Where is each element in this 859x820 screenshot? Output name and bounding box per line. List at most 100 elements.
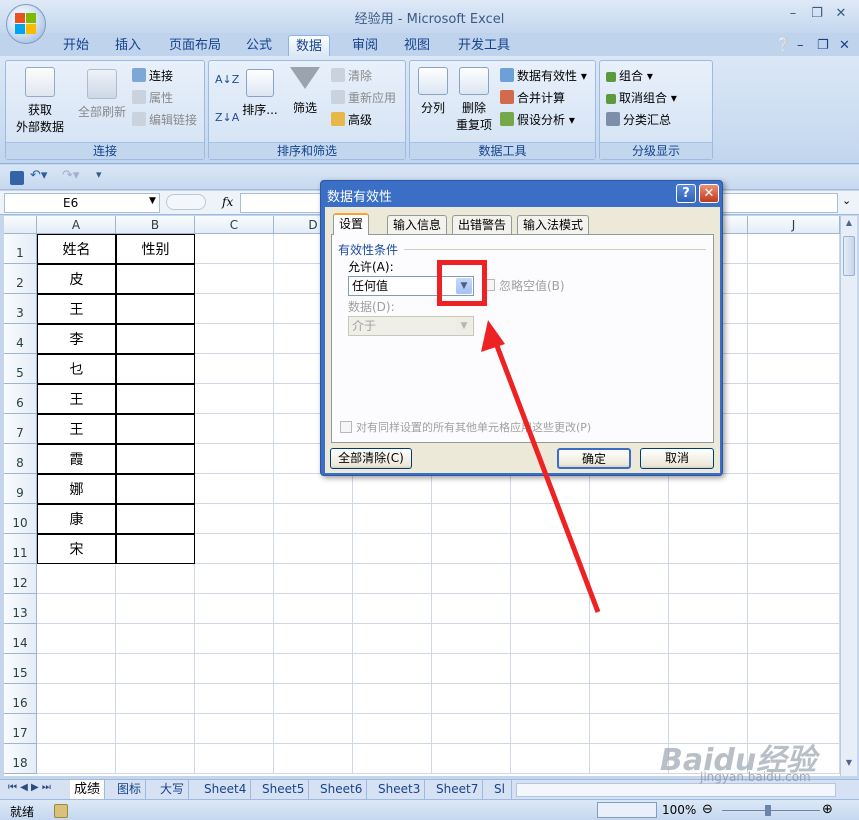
refresh-all-button[interactable]: 全部刷新 [74, 69, 130, 120]
grid-cell[interactable] [274, 654, 353, 684]
row-header[interactable]: 9 [4, 474, 37, 504]
grid-cell[interactable] [116, 414, 195, 444]
zoom-in-icon[interactable]: ⊕ [822, 802, 833, 817]
fx-icon[interactable]: fx [222, 195, 233, 209]
grid-cell[interactable] [274, 534, 353, 564]
grid-cell[interactable] [748, 534, 840, 564]
scroll-thumb[interactable] [843, 236, 855, 276]
tab-insert[interactable]: 插入 [108, 35, 148, 56]
grid-cell[interactable] [511, 594, 590, 624]
grid-cell[interactable]: 王 [37, 414, 116, 444]
what-if-button[interactable]: 假设分析 ▾ [500, 111, 575, 128]
ribbon-minimize-icon[interactable]: – [790, 35, 811, 56]
filter-button[interactable]: 筛选 [287, 67, 323, 116]
grid-cell[interactable] [748, 474, 840, 504]
grid-cell[interactable] [116, 624, 195, 654]
grid-cell[interactable] [432, 594, 511, 624]
group-button[interactable]: 组合 ▾ [606, 67, 653, 84]
undo-icon[interactable]: ↶▾ [30, 168, 47, 183]
grid-cell[interactable] [748, 564, 840, 594]
grid-cell[interactable] [37, 624, 116, 654]
tab-data[interactable]: 数据 [288, 35, 331, 56]
grid-cell[interactable] [748, 444, 840, 474]
tab-formulas[interactable]: 公式 [239, 35, 279, 56]
grid-cell[interactable] [432, 624, 511, 654]
grid-cell[interactable] [669, 594, 748, 624]
grid-cell[interactable]: 霞 [37, 444, 116, 474]
row-header[interactable]: 7 [4, 414, 37, 444]
grid-cell[interactable] [195, 564, 274, 594]
grid-cell[interactable]: 姓名 [37, 234, 116, 264]
advanced-filter-button[interactable]: 高级 [331, 111, 372, 128]
sheet-tab-6[interactable]: Sheet6 [316, 780, 368, 799]
grid-cell[interactable] [511, 684, 590, 714]
tab-home[interactable]: 开始 [56, 35, 96, 56]
ribbon-close-icon[interactable]: ✕ [832, 35, 857, 56]
grid-cell[interactable] [116, 564, 195, 594]
grid-cell[interactable]: 宋 [37, 534, 116, 564]
row-header[interactable]: 15 [4, 654, 37, 684]
expand-formula-bar-icon[interactable]: ⌄ [842, 194, 851, 207]
grid-cell[interactable] [116, 324, 195, 354]
data-select[interactable]: 介于 ▼ [348, 316, 474, 336]
grid-cell[interactable] [116, 354, 195, 384]
grid-cell[interactable] [748, 594, 840, 624]
sheet-tab-4[interactable]: Sheet4 [200, 780, 252, 799]
grid-cell[interactable] [116, 714, 195, 744]
row-header[interactable]: 12 [4, 564, 37, 594]
grid-cell[interactable] [748, 414, 840, 444]
grid-cell[interactable] [353, 684, 432, 714]
grid-cell[interactable]: 康 [37, 504, 116, 534]
grid-cell[interactable] [669, 654, 748, 684]
grid-cell[interactable] [748, 354, 840, 384]
zoom-level[interactable]: 100% [662, 803, 696, 817]
grid-cell[interactable] [195, 444, 274, 474]
grid-cell[interactable] [116, 264, 195, 294]
grid-cell[interactable] [669, 504, 748, 534]
customize-qat-icon[interactable]: ▾ [96, 168, 102, 181]
col-header-a[interactable]: A [37, 216, 116, 234]
dialog-tab-ime-mode[interactable]: 输入法模式 [517, 215, 590, 234]
col-header-b[interactable]: B [116, 216, 195, 234]
grid-cell[interactable] [353, 474, 432, 504]
reapply-button[interactable]: 重新应用 [331, 89, 396, 106]
grid-cell[interactable] [748, 504, 840, 534]
dialog-tab-input-message[interactable]: 输入信息 [387, 215, 448, 234]
sheet-tab-3[interactable]: 大写 [156, 780, 190, 799]
grid-cell[interactable] [274, 624, 353, 654]
grid-cell[interactable] [353, 534, 432, 564]
row-header[interactable]: 1 [4, 234, 37, 264]
grid-cell[interactable] [669, 684, 748, 714]
row-header[interactable]: 13 [4, 594, 37, 624]
minimize-icon[interactable]: – [784, 6, 802, 21]
grid-cell[interactable] [590, 684, 669, 714]
grid-cell[interactable] [274, 684, 353, 714]
grid-cell[interactable] [669, 534, 748, 564]
close-icon[interactable]: ✕ [832, 6, 850, 21]
dialog-help-icon[interactable]: ? [676, 184, 696, 203]
zoom-out-icon[interactable]: ⊖ [702, 802, 713, 817]
grid-cell[interactable] [669, 624, 748, 654]
formula-bar-splitter[interactable] [166, 194, 206, 210]
properties-button[interactable]: 属性 [132, 89, 173, 106]
grid-cell[interactable] [116, 654, 195, 684]
grid-cell[interactable] [195, 714, 274, 744]
grid-cell[interactable] [195, 474, 274, 504]
grid-cell[interactable]: 乜 [37, 354, 116, 384]
grid-cell[interactable] [195, 294, 274, 324]
grid-cell[interactable] [195, 594, 274, 624]
grid-cell[interactable] [748, 234, 840, 264]
grid-cell[interactable] [748, 384, 840, 414]
grid-cell[interactable] [195, 504, 274, 534]
clear-all-button[interactable]: 全部清除(C) [330, 448, 412, 469]
vertical-scrollbar[interactable]: ▲ ▼ [840, 216, 857, 776]
scroll-down-icon[interactable]: ▼ [843, 758, 855, 772]
sort-button[interactable]: 排序... [241, 69, 279, 118]
grid-cell[interactable]: 娜 [37, 474, 116, 504]
grid-cell[interactable] [274, 504, 353, 534]
grid-cell[interactable] [195, 384, 274, 414]
row-header[interactable]: 5 [4, 354, 37, 384]
grid-cell[interactable] [195, 684, 274, 714]
grid-cell[interactable] [511, 474, 590, 504]
grid-cell[interactable] [116, 474, 195, 504]
